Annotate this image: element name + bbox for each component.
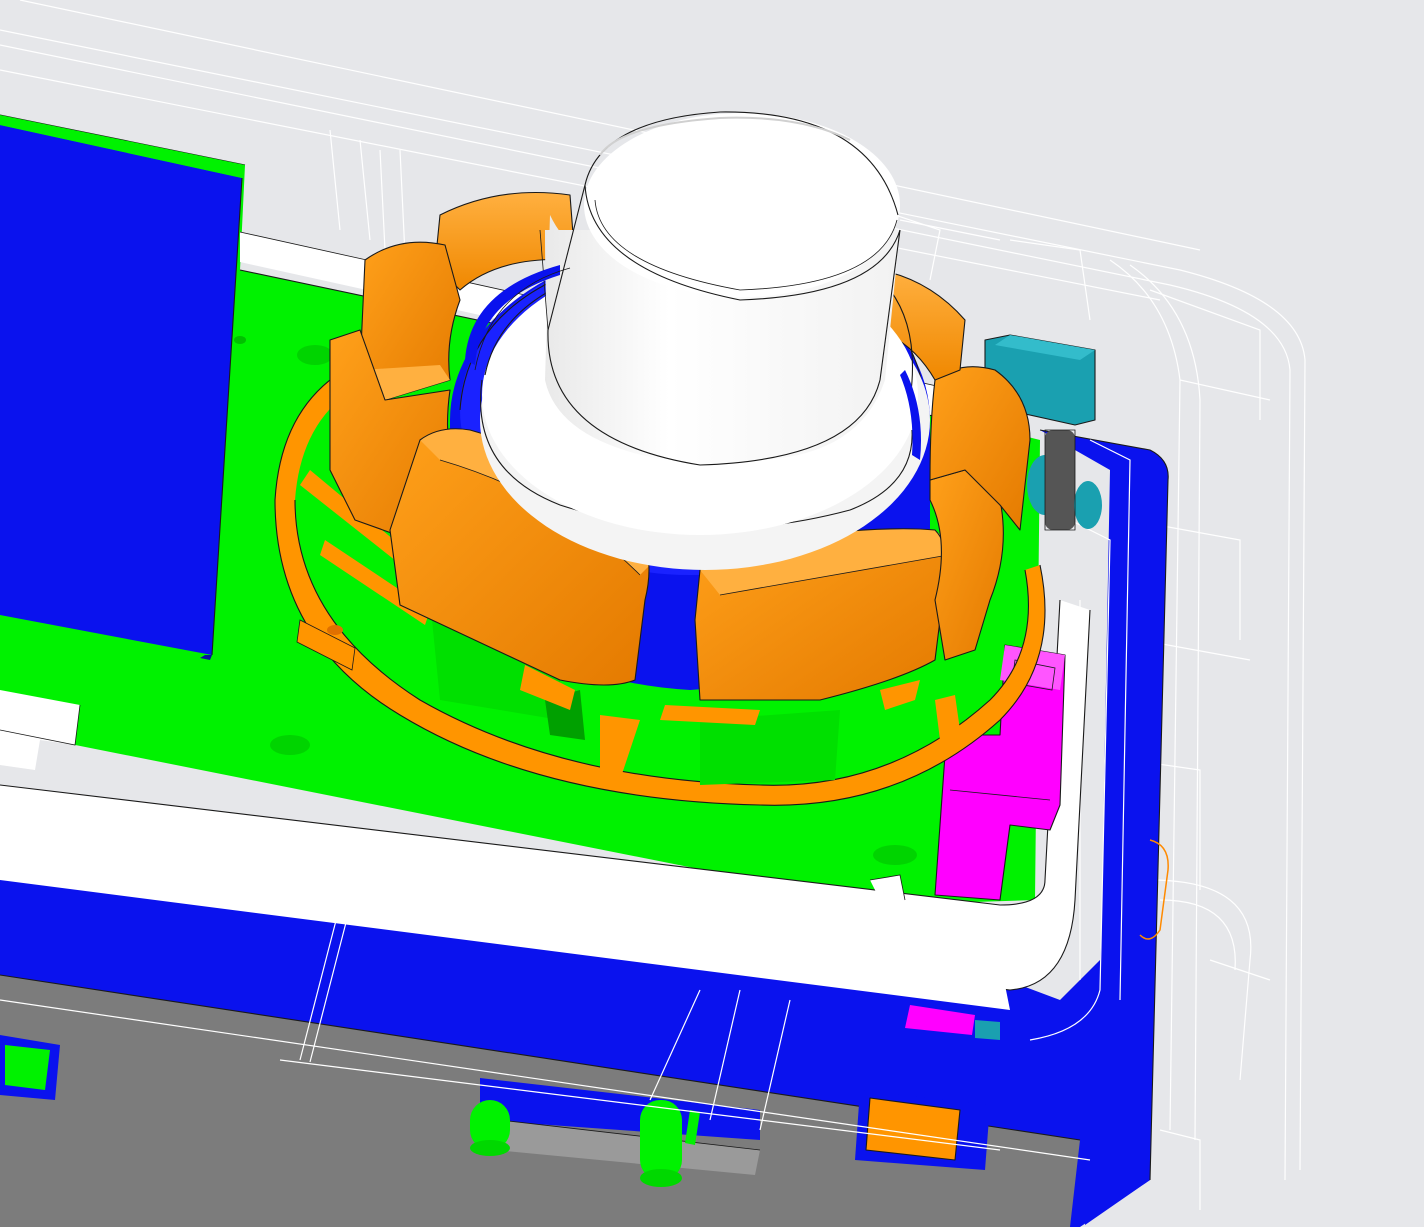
display-module[interactable]: [0, 115, 245, 660]
cad-3d-viewport[interactable]: [0, 0, 1424, 1227]
cad-model-render: [0, 0, 1424, 1227]
